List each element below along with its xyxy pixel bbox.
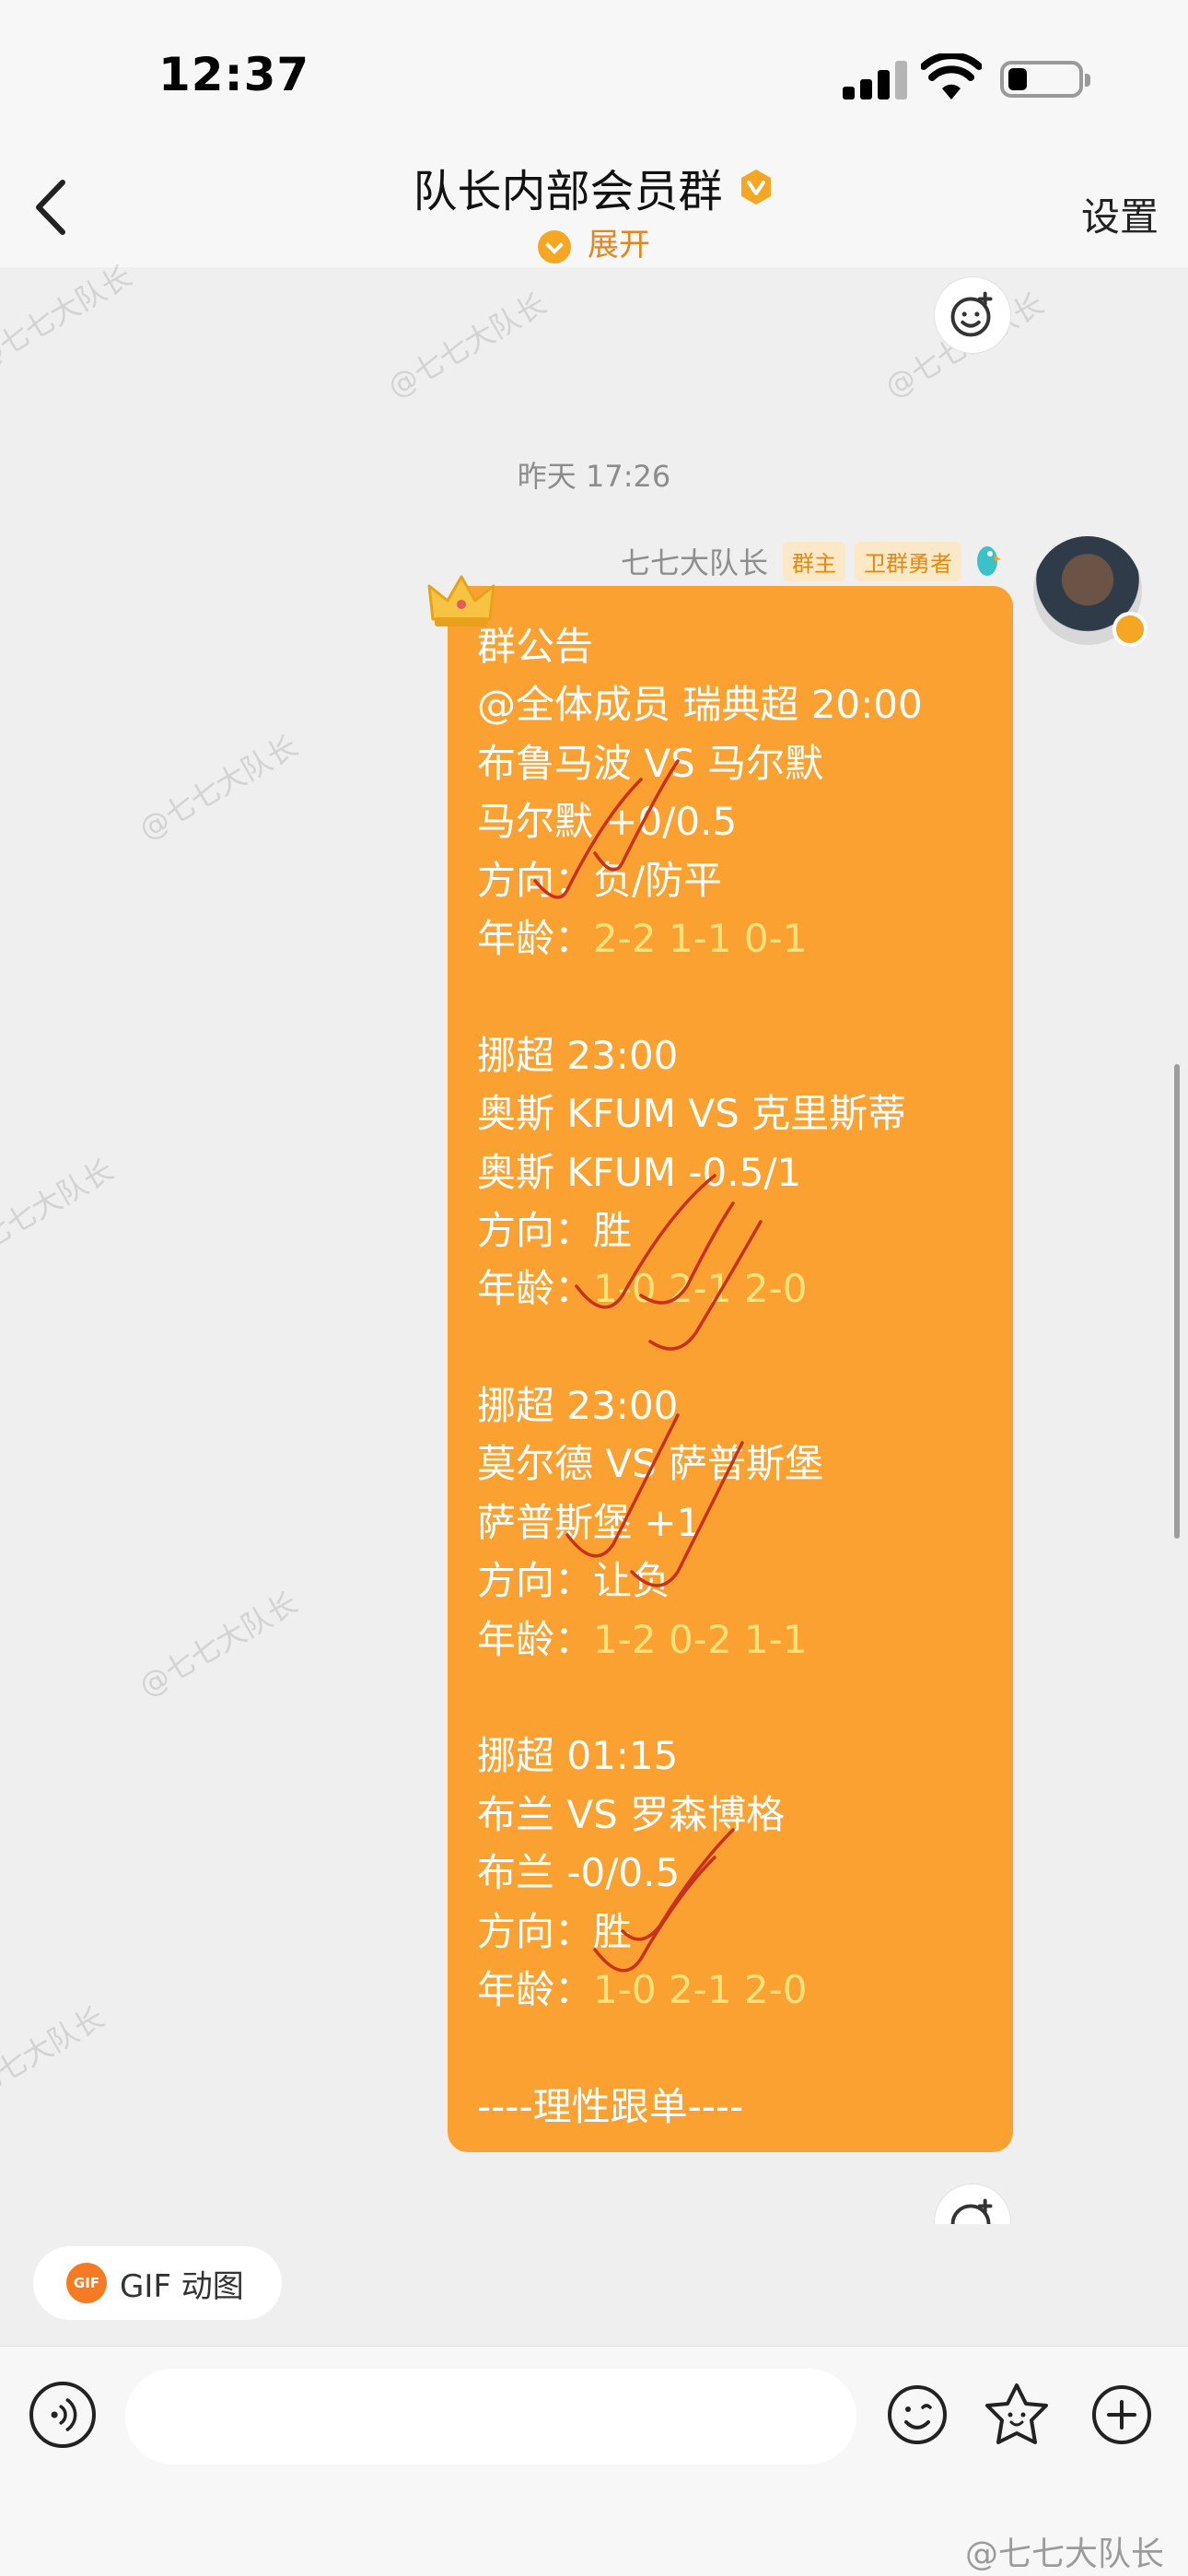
- emoji-icon[interactable]: [882, 2380, 952, 2450]
- message-line: 年龄：1-0 2-1 2-0: [477, 1961, 1002, 2019]
- verified-badge-icon: [1112, 612, 1147, 647]
- expand-button[interactable]: 展开: [0, 219, 1188, 264]
- add-reaction-icon[interactable]: [934, 2184, 1011, 2224]
- message-timestamp: 昨天 17:26: [517, 459, 671, 494]
- message-line: 群公告: [477, 624, 594, 669]
- line-label: 年龄：: [477, 1616, 594, 1662]
- message-line: 方向：负/防平: [477, 857, 723, 903]
- watermark: @七七大队长: [133, 1585, 304, 1704]
- message-line: @全体成员 瑞典超 20:00: [477, 682, 923, 728]
- role-tag-owner: 群主: [783, 541, 845, 581]
- message-line: 奥斯 KFUM VS 克里斯蒂: [477, 1091, 907, 1137]
- line-value: 1-0 2-1 2-0: [593, 1966, 808, 2012]
- watermark: @七七大队长: [0, 1152, 120, 1271]
- status-bar: 12:37: [0, 0, 1188, 147]
- line-value: 1-2 0-2 1-1: [593, 1616, 808, 1662]
- scroll-indicator[interactable]: [1174, 1064, 1180, 1539]
- message-line: 方向：胜: [477, 1207, 633, 1253]
- message-line: 布兰 -0/0.5: [477, 1850, 681, 1896]
- sticker-icon[interactable]: [982, 2380, 1052, 2450]
- watermark: @七七大队长: [0, 258, 138, 378]
- line-value: 1-0 2-1 2-0: [593, 1266, 808, 1312]
- message-line: [477, 2019, 1002, 2077]
- settings-button[interactable]: 设置: [1081, 186, 1159, 242]
- input-bar: @七七大队长: [0, 2346, 1188, 2576]
- line-label: 年龄：: [477, 1266, 594, 1312]
- expand-label: 展开: [588, 227, 650, 263]
- chevron-down-icon: [538, 229, 571, 263]
- message-line: 挪超 23:00: [477, 1383, 679, 1429]
- plus-icon[interactable]: [1087, 2380, 1157, 2450]
- message-line: 年龄：1-2 0-2 1-1: [477, 1610, 1002, 1669]
- group-title: 队长内部会员群: [413, 166, 723, 217]
- message-line: 奥斯 KFUM -0.5/1: [477, 1149, 802, 1195]
- add-reaction-button-clip: [934, 2184, 1011, 2224]
- gif-label: GIF 动图: [120, 2267, 244, 2305]
- avatar[interactable]: [1033, 536, 1147, 647]
- chat-header: 队长内部会员群 展开 设置: [0, 147, 1188, 267]
- watermark: @七七大队长: [133, 728, 304, 848]
- status-time: 12:37: [158, 48, 310, 101]
- line-label: 年龄：: [477, 915, 594, 961]
- watermark: @七七大队长: [0, 1999, 111, 2119]
- message-line: 方向：让负: [477, 1558, 671, 1604]
- message-line: ----理性跟单----: [477, 2083, 744, 2129]
- message-line: [477, 967, 1002, 1025]
- add-reaction-icon[interactable]: [934, 276, 1011, 354]
- message-line: [477, 1669, 1002, 1727]
- verified-badge-icon: [740, 170, 771, 205]
- role-tag-guardian: 卫群勇者: [855, 541, 961, 581]
- cellular-signal-icon: [843, 59, 907, 100]
- sender-line: 七七大队长 群主 卫群勇者: [621, 538, 1004, 584]
- battery-icon: [1000, 61, 1090, 98]
- message-line: 挪超 23:00: [477, 1032, 679, 1078]
- message-line: 方向：胜: [477, 1908, 633, 1954]
- message-line: 萨普斯堡 +1: [477, 1499, 702, 1545]
- parrot-badge-icon: [977, 546, 1001, 576]
- gif-icon: GIF: [66, 2263, 107, 2303]
- message-input[interactable]: [125, 2369, 856, 2465]
- message-line: 马尔默 +0/0.5: [477, 799, 738, 845]
- message-line: 布兰 VS 罗森博格: [477, 1791, 786, 1837]
- line-label: 年龄：: [477, 1966, 594, 2012]
- line-value: 2-2 1-1 0-1: [593, 915, 808, 961]
- message-line: 年龄：1-0 2-1 2-0: [477, 1259, 1002, 1317]
- chat-screen: 12:37 队长内部会员群 展开 设置 @七七大队长 @七七大队长 @七七大队长…: [0, 0, 1188, 2576]
- message-line: 布鲁马波 VS 马尔默: [477, 740, 824, 786]
- voice-icon[interactable]: [29, 2382, 96, 2448]
- title-row: 队长内部会员群: [0, 155, 1188, 219]
- announcement-text: 群公告 @全体成员 瑞典超 20:00 布鲁马波 VS 马尔默 马尔默 +0/0.5 方…: [477, 617, 1002, 2136]
- message-line: 莫尔德 VS 萨普斯堡: [477, 1441, 824, 1487]
- gif-button[interactable]: GIF GIF 动图: [33, 2246, 282, 2320]
- sender-name: 七七大队长: [620, 545, 768, 580]
- watermark: @七七大队长: [381, 286, 553, 405]
- wifi-icon: [921, 53, 982, 100]
- message-line: 挪超 01:15: [477, 1733, 679, 1779]
- message-line: 年龄：2-2 1-1 0-1: [477, 909, 1002, 967]
- message-line: [477, 1318, 1002, 1376]
- footer-watermark: @七七大队长: [964, 2535, 1164, 2573]
